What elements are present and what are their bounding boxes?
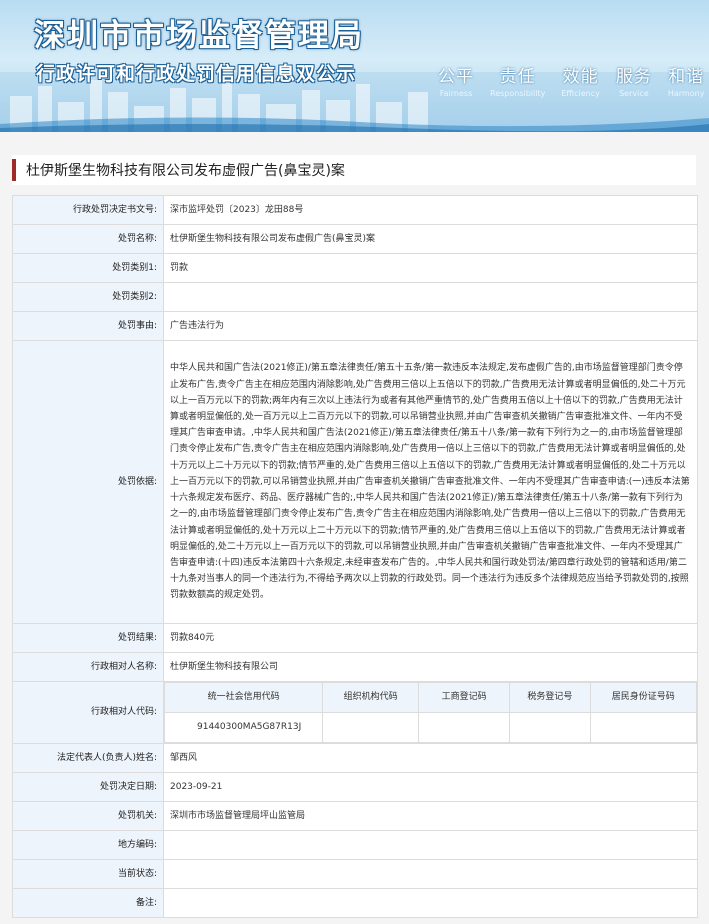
party-code-value-row: 91440300MA5G87R13J xyxy=(163,712,698,743)
row-label: 处罚机关: xyxy=(12,801,164,831)
core-values: 公平 Fairness 责任 Responsibility 效能 Efficie… xyxy=(438,62,704,98)
value-english: Service xyxy=(619,89,649,98)
legal-representative: 邹西风 xyxy=(163,743,698,773)
table-row: 地方编码: xyxy=(12,830,698,860)
table-row: 处罚类别1: 罚款 xyxy=(12,253,698,283)
value-harmony: 和谐 Harmony xyxy=(668,62,705,98)
area-code xyxy=(163,830,698,860)
value-fairness: 公平 Fairness xyxy=(438,62,474,98)
table-row: 处罚决定日期: 2023-09-21 xyxy=(12,772,698,802)
penalty-basis: 中华人民共和国广告法(2021修正)/第五章法律责任/第五十五条/第一款违反本法… xyxy=(163,340,698,624)
table-row: 处罚名称: 杜伊斯堡生物科技有限公司发布虚假广告(鼻宝灵)案 xyxy=(12,224,698,254)
credit-code-value: 91440300MA5G87R13J xyxy=(163,712,324,743)
row-label: 法定代表人(负责人)姓名: xyxy=(12,743,164,773)
penalty-reason: 广告违法行为 xyxy=(163,311,698,341)
row-label: 处罚名称: xyxy=(12,224,164,254)
heading-accent-bar xyxy=(12,159,16,181)
party-code-table: 统一社会信用代码 组织机构代码 工商登记码 税务登记号 居民身份证号码 9144… xyxy=(163,682,698,743)
site-title: 深圳市市场监督管理局 xyxy=(34,18,364,54)
table-row: 行政处罚决定书文号: 深市监坪处罚〔2023〕龙田88号 xyxy=(12,195,698,225)
site-subtitle: 行政许可和行政处罚信用信息双公示 xyxy=(36,63,357,85)
penalty-detail-table: 行政处罚决定书文号: 深市监坪处罚〔2023〕龙田88号 处罚名称: 杜伊斯堡生… xyxy=(12,195,698,918)
row-label: 处罚结果: xyxy=(12,623,164,653)
tax-reg-value xyxy=(509,712,591,743)
row-label: 处罚决定日期: xyxy=(12,772,164,802)
row-label: 处罚类别2: xyxy=(12,282,164,312)
header-business-reg: 工商登记码 xyxy=(418,682,511,713)
row-label: 处罚类别1: xyxy=(12,253,164,283)
value-label: 责任 xyxy=(499,67,536,87)
penalty-category-1: 罚款 xyxy=(163,253,698,283)
value-english: Fairness xyxy=(439,89,473,98)
header-credit-code: 统一社会信用代码 xyxy=(163,682,324,713)
decision-number: 深市监坪处罚〔2023〕龙田88号 xyxy=(163,195,698,225)
header-org-code: 组织机构代码 xyxy=(322,682,420,713)
value-label: 公平 xyxy=(438,67,474,87)
table-row: 处罚事由: 广告违法行为 xyxy=(12,311,698,341)
current-status xyxy=(163,859,698,889)
party-code-cell: 统一社会信用代码 组织机构代码 工商登记码 税务登记号 居民身份证号码 9144… xyxy=(163,681,698,744)
value-efficiency: 效能 Efficiency xyxy=(561,62,600,98)
value-service: 服务 Service xyxy=(616,62,652,98)
table-row: 备注: xyxy=(12,888,698,918)
party-code-header-row: 统一社会信用代码 组织机构代码 工商登记码 税务登记号 居民身份证号码 xyxy=(163,682,698,713)
table-row: 行政相对人代码: 统一社会信用代码 组织机构代码 工商登记码 税务登记号 居民身… xyxy=(12,681,698,744)
decision-date: 2023-09-21 xyxy=(163,772,698,802)
business-reg-value xyxy=(418,712,511,743)
row-label: 处罚事由: xyxy=(12,311,164,341)
value-english: Harmony xyxy=(667,89,705,98)
table-row: 处罚依据: 中华人民共和国广告法(2021修正)/第五章法律责任/第五十五条/第… xyxy=(12,340,698,624)
value-label: 和谐 xyxy=(668,67,705,87)
penalty-authority: 深圳市市场监督管理局坪山监管局 xyxy=(163,801,698,831)
table-row: 行政相对人名称: 杜伊斯堡生物科技有限公司 xyxy=(12,652,698,682)
row-label: 备注: xyxy=(12,888,164,918)
penalty-result: 罚款840元 xyxy=(163,623,698,653)
case-heading: 杜伊斯堡生物科技有限公司发布虚假广告(鼻宝灵)案 xyxy=(12,155,696,185)
value-english: Efficiency xyxy=(561,89,600,98)
row-label: 行政相对人代码: xyxy=(12,681,164,744)
value-responsibility: 责任 Responsibility xyxy=(490,62,545,98)
table-row: 法定代表人(负责人)姓名: 邹西风 xyxy=(12,743,698,773)
header-banner: 深圳市市场监督管理局 行政许可和行政处罚信用信息双公示 公平 Fairness … xyxy=(0,0,709,132)
value-label: 效能 xyxy=(562,67,599,87)
value-label: 服务 xyxy=(615,67,652,87)
org-code-value xyxy=(322,712,420,743)
table-row: 当前状态: xyxy=(12,859,698,889)
remark xyxy=(163,888,698,918)
table-row: 处罚机关: 深圳市市场监督管理局坪山监管局 xyxy=(12,801,698,831)
case-title: 杜伊斯堡生物科技有限公司发布虚假广告(鼻宝灵)案 xyxy=(26,163,345,179)
party-name: 杜伊斯堡生物科技有限公司 xyxy=(163,652,698,682)
table-row: 处罚类别2: xyxy=(12,282,698,312)
penalty-name: 杜伊斯堡生物科技有限公司发布虚假广告(鼻宝灵)案 xyxy=(163,224,698,254)
header-id-number: 居民身份证号码 xyxy=(589,682,698,713)
row-label: 当前状态: xyxy=(12,859,164,889)
row-label: 行政相对人名称: xyxy=(12,652,164,682)
header-tax-reg: 税务登记号 xyxy=(509,682,591,713)
row-label: 处罚依据: xyxy=(12,340,164,624)
row-label: 行政处罚决定书文号: xyxy=(12,195,164,225)
table-row: 处罚结果: 罚款840元 xyxy=(12,623,698,653)
row-label: 地方编码: xyxy=(12,830,164,860)
penalty-category-2 xyxy=(163,282,698,312)
id-number-value xyxy=(589,712,698,743)
value-english: Responsibility xyxy=(490,89,546,98)
